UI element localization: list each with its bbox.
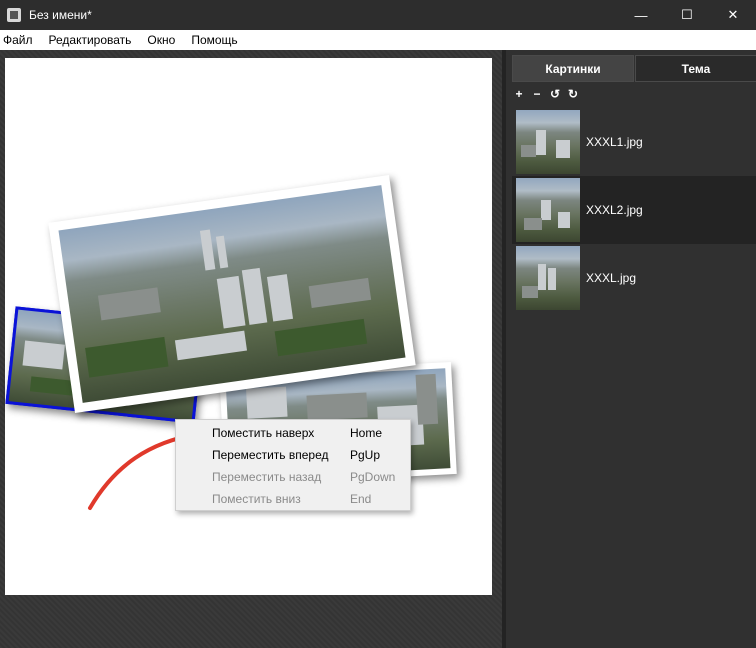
menu-item-bring-to-front[interactable]: Поместить наверх Home <box>176 422 410 444</box>
menu-item-bring-forward[interactable]: Переместить вперед PgUp <box>176 444 410 466</box>
list-item[interactable]: XXXL2.jpg <box>512 176 756 244</box>
image-name: XXXL2.jpg <box>586 203 643 217</box>
remove-icon[interactable]: − <box>528 87 546 101</box>
menu-item-shortcut: End <box>350 492 372 506</box>
app-icon <box>7 8 21 22</box>
tab-pictures[interactable]: Картинки <box>512 55 634 82</box>
menu-item-label: Поместить наверх <box>212 426 315 440</box>
menu-help[interactable]: Помощь <box>191 33 237 47</box>
menu-item-shortcut: Home <box>350 426 383 440</box>
tab-theme[interactable]: Тема <box>635 55 756 82</box>
menu-item-shortcut: PgDown <box>350 470 396 484</box>
menu-bar: Файл Редактировать Окно Помощь <box>0 30 756 50</box>
image-name: XXXL1.jpg <box>586 135 643 149</box>
rotate-right-icon[interactable]: ↻ <box>564 87 582 101</box>
context-menu: Поместить наверх Home Переместить вперед… <box>175 419 411 511</box>
panel-tabs: Картинки Тема <box>512 55 756 82</box>
menu-item-label: Переместить вперед <box>212 448 329 462</box>
menu-file[interactable]: Файл <box>3 33 33 47</box>
thumbnail <box>516 178 580 242</box>
menu-item-send-to-back[interactable]: Поместить вниз End <box>176 488 410 510</box>
add-icon[interactable]: + <box>510 87 528 101</box>
menu-edit[interactable]: Редактировать <box>49 33 132 47</box>
maximize-button[interactable]: ☐ <box>664 0 710 30</box>
rotate-left-icon[interactable]: ↺ <box>546 87 564 101</box>
title-bar: Без имени* — ☐ ✕ <box>0 0 756 30</box>
panel-toolbar: + − ↺ ↻ <box>510 86 582 102</box>
window-title: Без имени* <box>29 8 92 22</box>
image-list: XXXL1.jpg XXXL2.jpg XXXL.jpg <box>512 108 756 312</box>
image-name: XXXL.jpg <box>586 271 637 285</box>
list-item[interactable]: XXXL.jpg <box>512 244 756 312</box>
list-item[interactable]: XXXL1.jpg <box>512 108 756 176</box>
minimize-button[interactable]: — <box>618 0 664 30</box>
photo-image <box>58 185 406 403</box>
close-button[interactable]: ✕ <box>710 0 756 30</box>
side-panel: Картинки Тема + − ↺ ↻ XXXL1.jpg XXXL2.jp… <box>502 50 756 648</box>
menu-window[interactable]: Окно <box>147 33 175 47</box>
menu-item-label: Переместить назад <box>212 470 322 484</box>
menu-item-send-backward[interactable]: Переместить назад PgDown <box>176 466 410 488</box>
thumbnail <box>516 246 580 310</box>
menu-item-shortcut: PgUp <box>350 448 381 462</box>
thumbnail <box>516 110 580 174</box>
menu-item-label: Поместить вниз <box>212 492 301 506</box>
window-controls: — ☐ ✕ <box>618 0 756 30</box>
